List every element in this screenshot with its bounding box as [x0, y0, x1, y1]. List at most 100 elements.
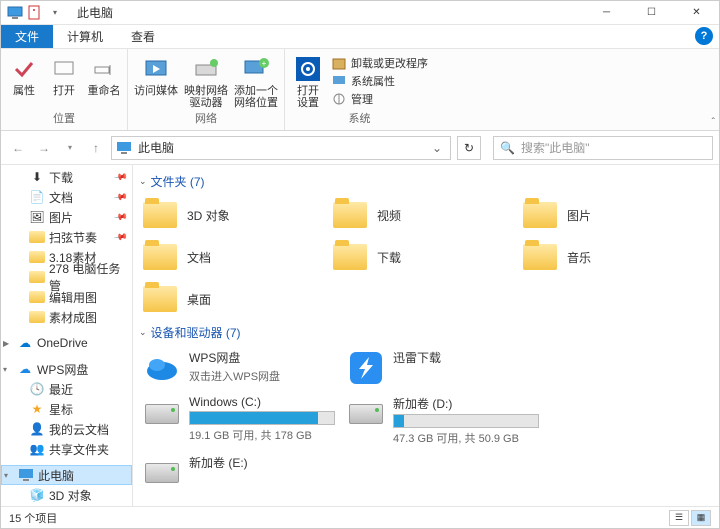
- folder-music[interactable]: 音乐: [517, 236, 707, 278]
- ribbon-group-network: 访问媒体 映射网络 驱动器 + 添加一个 网络位置 网络: [128, 49, 285, 130]
- picture-folder-icon: [521, 198, 559, 232]
- download-folder-icon: [331, 240, 369, 274]
- system-properties-button[interactable]: 系统属性: [331, 73, 428, 89]
- up-button[interactable]: ↑: [85, 137, 107, 159]
- tab-view[interactable]: 查看: [117, 25, 169, 48]
- manage-button[interactable]: 管理: [331, 91, 428, 107]
- minimize-button[interactable]: ─: [584, 1, 629, 25]
- drive-e[interactable]: 新加卷 (E:): [137, 450, 341, 496]
- cloud-icon: ☁: [17, 335, 33, 351]
- folder-desktop[interactable]: 桌面: [137, 278, 327, 320]
- open-settings-button[interactable]: 打开 设置: [291, 55, 325, 109]
- help-icon[interactable]: ?: [695, 27, 713, 45]
- sidebar-item-recent[interactable]: 🕓最近: [1, 379, 132, 399]
- sidebar-item-documents[interactable]: 📄文档📌: [1, 187, 132, 207]
- uninstall-button[interactable]: 卸载或更改程序: [331, 55, 428, 71]
- open-button[interactable]: 打开: [47, 55, 81, 97]
- search-input[interactable]: 🔍 搜索"此电脑": [493, 136, 713, 160]
- drive-xunlei[interactable]: 迅雷下载: [341, 345, 545, 391]
- navigation-bar: ← → ▾ ↑ 此电脑 ⌄ ↻ 🔍 搜索"此电脑": [1, 131, 719, 165]
- pin-icon: 📌: [113, 229, 128, 244]
- pin-icon: 📌: [113, 209, 128, 224]
- music-folder-icon: [521, 240, 559, 274]
- download-icon: ⬇: [29, 169, 45, 185]
- sidebar-item-3dobjects[interactable]: 🧊3D 对象: [1, 485, 132, 505]
- folder-icon: [29, 269, 45, 285]
- wps-drive-icon: [143, 349, 181, 387]
- ribbon-group-location: 属性 打开 重命名 位置: [1, 49, 128, 130]
- group-label-system: 系统: [291, 110, 428, 128]
- forward-button[interactable]: →: [33, 137, 55, 159]
- folder-downloads[interactable]: 下载: [327, 236, 517, 278]
- computer-icon: [18, 467, 34, 483]
- maximize-button[interactable]: ☐: [629, 1, 674, 25]
- sidebar-item-mydocs[interactable]: 👤我的云文档: [1, 419, 132, 439]
- content-area: ⌄ 文件夹 (7) 3D 对象 视频 图片 文档 下载 音乐 桌面 ⌄ 设备和驱…: [133, 165, 719, 508]
- map-drive-button[interactable]: 映射网络 驱动器: [184, 55, 228, 109]
- add-location-button[interactable]: + 添加一个 网络位置: [234, 55, 278, 109]
- refresh-button[interactable]: ↻: [457, 136, 481, 160]
- history-dropdown[interactable]: ▾: [59, 137, 81, 159]
- chevron-down-icon: ⌄: [139, 176, 147, 187]
- section-devices[interactable]: ⌄ 设备和驱动器 (7): [137, 320, 719, 345]
- desktop-folder-icon: [141, 282, 179, 316]
- title-bar: ▾ 此电脑 ─ ☐ ✕: [1, 1, 719, 25]
- details-view-button[interactable]: ☰: [669, 510, 689, 526]
- group-label-network: 网络: [134, 110, 278, 128]
- tab-computer[interactable]: 计算机: [53, 25, 117, 48]
- properties-qat-icon[interactable]: [27, 5, 43, 21]
- folder-pictures[interactable]: 图片: [517, 194, 707, 236]
- sidebar-item-custom3[interactable]: 278 电脑任务管: [1, 267, 132, 287]
- collapse-ribbon-icon[interactable]: ˆ: [712, 117, 715, 128]
- cube-folder-icon: [141, 198, 179, 232]
- folder-documents[interactable]: 文档: [137, 236, 327, 278]
- drive-c[interactable]: Windows (C:) 19.1 GB 可用, 共 178 GB: [137, 391, 341, 450]
- rename-button[interactable]: 重命名: [87, 55, 121, 97]
- window-title: 此电脑: [77, 4, 113, 21]
- xunlei-icon: [347, 349, 385, 387]
- drive-wps[interactable]: WPS网盘 双击进入WPS网盘: [137, 345, 341, 391]
- properties-button[interactable]: 属性: [7, 55, 41, 97]
- drive-network-icon: [192, 55, 220, 83]
- sidebar-item-shared[interactable]: 👥共享文件夹: [1, 439, 132, 459]
- nav-pane: ⬇下载📌 📄文档📌 🖼图片📌 扫弦节奏📌 3.18素材 278 电脑任务管 编辑…: [1, 165, 133, 508]
- section-folders[interactable]: ⌄ 文件夹 (7): [137, 169, 719, 194]
- drive-d[interactable]: 新加卷 (D:) 47.3 GB 可用, 共 50.9 GB: [341, 391, 545, 450]
- view-switcher: ☰ ▦: [669, 510, 711, 526]
- tiles-view-button[interactable]: ▦: [691, 510, 711, 526]
- sidebar-item-thispc[interactable]: ▾此电脑: [1, 465, 132, 485]
- back-button[interactable]: ←: [7, 137, 29, 159]
- folder-3dobjects[interactable]: 3D 对象: [137, 194, 327, 236]
- tab-file[interactable]: 文件: [1, 25, 53, 48]
- sidebar-item-custom5[interactable]: 素材成图: [1, 307, 132, 327]
- folder-videos[interactable]: 视频: [327, 194, 517, 236]
- ribbon: ? 属性 打开 重命名 位置 访问媒体 映射: [1, 49, 719, 131]
- sidebar-item-custom1[interactable]: 扫弦节奏📌: [1, 227, 132, 247]
- folder-icon: [29, 249, 45, 265]
- close-button[interactable]: ✕: [674, 1, 719, 25]
- chevron-down-icon[interactable]: ▾: [4, 471, 8, 480]
- share-icon: 👥: [29, 441, 45, 457]
- address-bar[interactable]: 此电脑 ⌄: [111, 136, 451, 160]
- drive-icon: [347, 395, 385, 433]
- sidebar-item-onedrive[interactable]: ▶☁OneDrive: [1, 333, 132, 353]
- sidebar-item-starred[interactable]: ★星标: [1, 399, 132, 419]
- sidebar-item-pictures[interactable]: 🖼图片📌: [1, 207, 132, 227]
- item-count: 15 个项目: [9, 510, 57, 526]
- sidebar-item-downloads[interactable]: ⬇下载📌: [1, 167, 132, 187]
- address-text: 此电脑: [138, 139, 174, 156]
- address-dropdown-icon[interactable]: ⌄: [428, 141, 446, 155]
- sidebar-item-wps[interactable]: ▾☁WPS网盘: [1, 359, 132, 379]
- search-placeholder: 搜索"此电脑": [521, 139, 590, 156]
- chevron-right-icon[interactable]: ▶: [3, 339, 9, 348]
- monitor-plus-icon: +: [242, 55, 270, 83]
- sidebar-item-custom4[interactable]: 编辑用图: [1, 287, 132, 307]
- pin-icon: 📌: [113, 169, 128, 184]
- ribbon-tabs: 文件 计算机 查看: [1, 25, 719, 49]
- clock-icon: 🕓: [29, 381, 45, 397]
- access-media-button[interactable]: 访问媒体: [134, 55, 178, 97]
- folders-grid: 3D 对象 视频 图片 文档 下载 音乐 桌面: [137, 194, 719, 320]
- ribbon-group-system: 打开 设置 卸载或更改程序 系统属性 管理 系统: [285, 49, 434, 130]
- chevron-down-icon[interactable]: ▾: [3, 365, 7, 374]
- qat-dropdown-icon[interactable]: ▾: [47, 5, 63, 21]
